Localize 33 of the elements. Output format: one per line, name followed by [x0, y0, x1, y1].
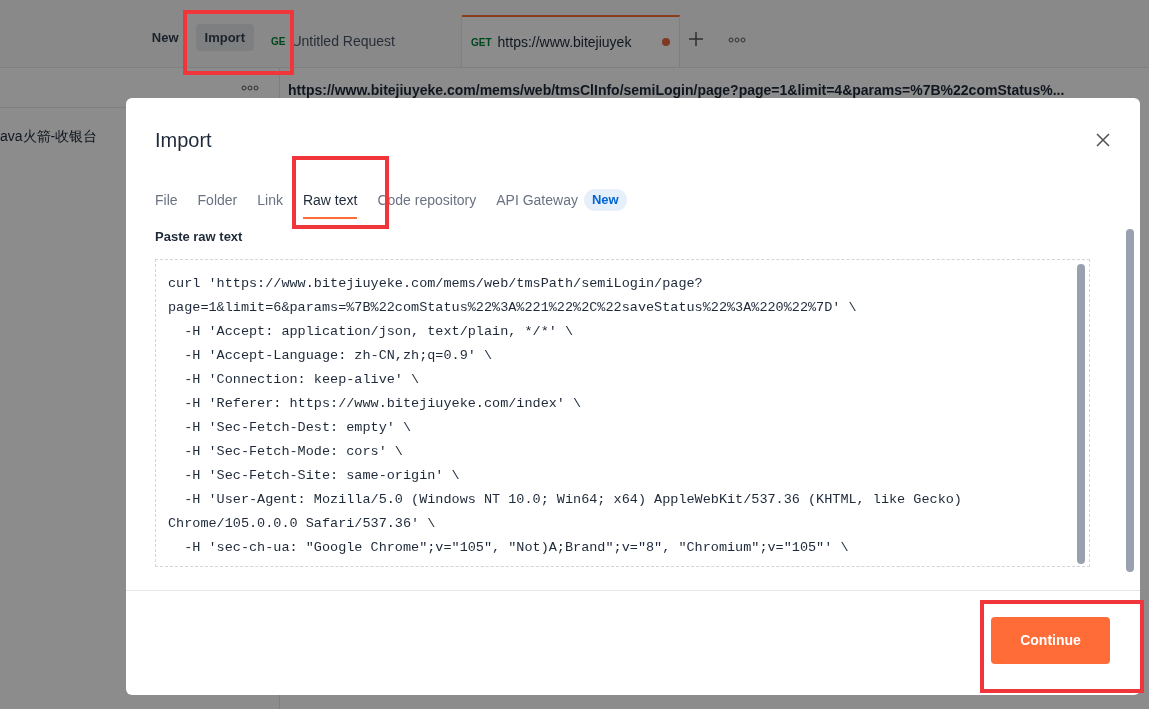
code-line: -H 'Sec-Fetch-Mode: cors' \	[183, 442, 404, 461]
more-icon[interactable]	[241, 84, 259, 91]
new-button[interactable]: New	[142, 24, 188, 51]
code-line: -H 'Sec-Fetch-Site: same-origin' \	[183, 466, 461, 485]
code-line: -H 'Connection: keep-alive' \	[183, 370, 421, 389]
code-line: Chrome/105.0.0.0 Safari/537.36' \	[168, 514, 437, 533]
plus-icon[interactable]	[688, 31, 704, 47]
import-tab[interactable]: File	[155, 181, 178, 219]
code-line: curl 'https://www.bitejiuyeke.com/mems/web/tmsPath/semiLogin/page?	[168, 274, 704, 293]
new-badge: New	[583, 189, 627, 211]
code-line: -H 'Accept: application/json, text/plain, */*' \	[183, 322, 575, 341]
import-tab[interactable]: Link	[257, 181, 283, 219]
scrollbar[interactable]	[1077, 263, 1085, 564]
continue-button[interactable]: Continue	[991, 616, 1110, 664]
request-tab[interactable]: GET https://www.bitejiuyek	[462, 15, 680, 67]
raw-text-field[interactable]	[155, 258, 1090, 567]
dialog-title: Import	[155, 128, 212, 153]
section-label: Paste raw text	[155, 228, 244, 246]
import-button[interactable]: Import	[195, 24, 254, 51]
more-icon[interactable]	[728, 37, 746, 43]
code-line: page=1&limit=6&params=%7B%22comStatus%22%3A%221%22%2C%22saveStatus%22%3A%220%22%7D' \	[168, 298, 858, 317]
scrollbar[interactable]	[1126, 229, 1134, 572]
code-line: -H 'Accept-Language: zh-CN,zh;q=0.9' \	[183, 346, 494, 365]
import-tab[interactable]: Raw text	[302, 181, 358, 219]
close-icon[interactable]	[1096, 133, 1110, 147]
sidebar-item[interactable]: ava火箭-收银台	[0, 128, 98, 144]
code-line: -H 'sec-ch-ua: "Google Chrome";v="105", "Not)A;Brand";v="8", "Chromium";v="105"' \	[183, 538, 850, 557]
request-url: https://www.bitejiuyeke.com/mems/web/tmsClInfo/semiLogin/page?page=1&limit=4&params=%7B%22comStatus%...	[288, 81, 1066, 100]
code-line: -H 'User-Agent: Mozilla/5.0 (Windows NT 10.0; Win64; x64) AppleWebKit/537.36 (KHTML, like Gecko)	[183, 490, 963, 509]
code-line: -H 'Sec-Fetch-Dest: empty' \	[183, 418, 413, 437]
import-tab[interactable]: API Gateway	[496, 181, 578, 219]
import-tab[interactable]: Folder	[197, 181, 238, 219]
code-line: -H 'Referer: https://www.bitejiuyeke.com/index' \	[183, 394, 583, 413]
